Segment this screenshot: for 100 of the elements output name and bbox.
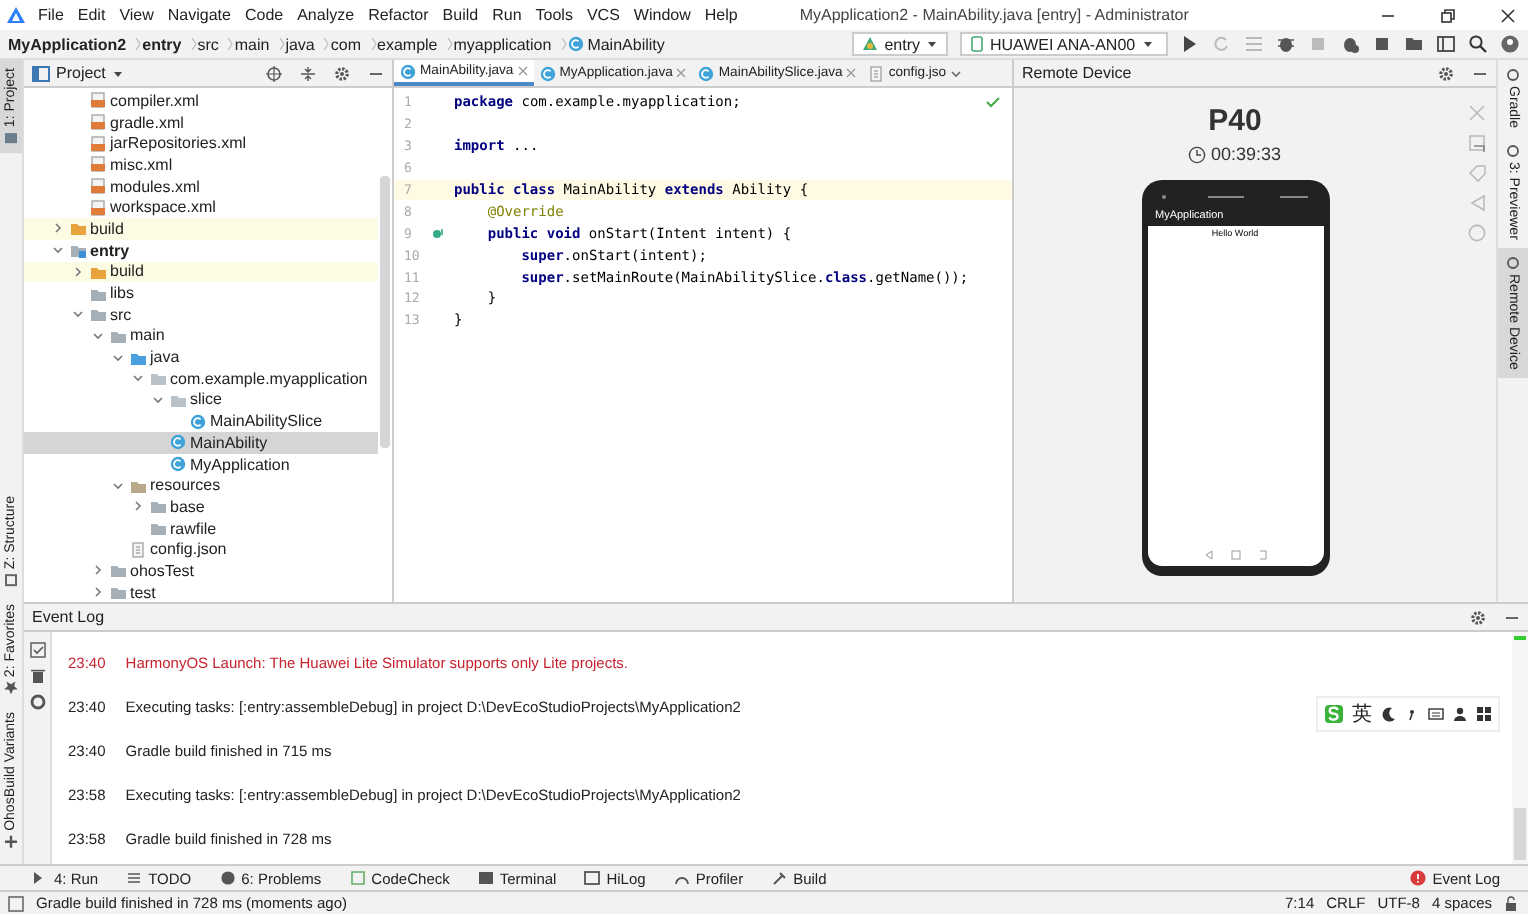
- tree-item[interactable]: slice: [24, 389, 378, 411]
- screenshot-icon[interactable]: [1467, 134, 1485, 152]
- menu-item[interactable]: View: [117, 6, 156, 24]
- settings-icon[interactable]: [29, 694, 45, 710]
- tree-item[interactable]: resources: [24, 474, 378, 497]
- device-dropdown[interactable]: HUAWEI ANA-AN00: [960, 32, 1168, 56]
- grid-icon[interactable]: [1476, 706, 1492, 722]
- breadcrumb-item[interactable]: java: [285, 35, 315, 53]
- menu-item[interactable]: Code: [242, 6, 286, 24]
- scrollbar[interactable]: [1514, 808, 1526, 860]
- breadcrumb-separator-icon: [369, 36, 378, 52]
- menu-item[interactable]: Run: [490, 6, 524, 24]
- folder-icon: [70, 220, 86, 237]
- xml-file-icon: [90, 92, 106, 109]
- breadcrumb-item[interactable]: entry: [142, 35, 182, 53]
- breadcrumb-item[interactable]: myapplication: [453, 35, 552, 53]
- tree-item[interactable]: workspace.xml: [24, 196, 378, 219]
- breadcrumb-separator-icon: [322, 36, 331, 52]
- tree-item[interactable]: src: [24, 303, 378, 326]
- tree-item[interactable]: entry: [24, 239, 378, 261]
- breadcrumb-separator-icon: [559, 36, 568, 52]
- tree-item[interactable]: MainAbility: [24, 432, 378, 454]
- tree-item[interactable]: MyApplication: [24, 453, 378, 475]
- collapse-icon[interactable]: [300, 65, 316, 81]
- mark-read-icon[interactable]: [29, 642, 45, 658]
- xml-file-icon: [90, 114, 106, 131]
- menu-item[interactable]: File: [36, 6, 66, 24]
- xml-file-icon: [90, 156, 106, 173]
- tree-item[interactable]: gradle.xml: [24, 111, 378, 133]
- json-file-icon: [130, 541, 146, 558]
- tree-item[interactable]: MainAbilitySlice: [24, 410, 378, 432]
- tree-item[interactable]: rawfile: [24, 517, 378, 539]
- menu-item[interactable]: Build: [440, 6, 481, 24]
- breadcrumb-item[interactable]: main: [234, 35, 270, 53]
- close-icon[interactable]: [1500, 7, 1516, 23]
- tree-item[interactable]: build: [24, 218, 378, 240]
- timer-icon: [1188, 145, 1207, 163]
- breadcrumb-separator-icon: [445, 36, 454, 52]
- tree-item[interactable]: main: [24, 325, 378, 347]
- breadcrumb-separator-icon: [226, 36, 235, 52]
- tree-item[interactable]: test: [24, 581, 378, 602]
- menu-item[interactable]: Analyze: [295, 6, 357, 24]
- tree-item[interactable]: build: [24, 261, 378, 283]
- folder-icon[interactable]: [1404, 34, 1424, 54]
- menu-item[interactable]: Tools: [533, 6, 575, 24]
- user-icon[interactable]: [1452, 706, 1468, 722]
- problems-icon: [219, 870, 236, 886]
- breadcrumb-item[interactable]: MainAbility: [567, 35, 665, 53]
- search-icon[interactable]: [1468, 34, 1488, 54]
- tool-window-icon: [4, 681, 18, 696]
- lock-icon[interactable]: [1504, 895, 1520, 911]
- menu-item[interactable]: Refactor: [366, 6, 431, 24]
- module-dropdown[interactable]: entry: [852, 32, 948, 56]
- tree-item[interactable]: base: [24, 496, 378, 518]
- menu-item[interactable]: Window: [631, 6, 693, 24]
- tree-item[interactable]: modules.xml: [24, 175, 378, 197]
- ime-logo-icon: [1324, 704, 1344, 724]
- scrollbar[interactable]: [380, 176, 390, 448]
- tree-item[interactable]: jarRepositories.xml: [24, 132, 378, 155]
- tree-item[interactable]: config.json: [24, 538, 378, 561]
- breadcrumb-item[interactable]: example: [377, 35, 438, 53]
- tree-item[interactable]: libs: [24, 282, 378, 304]
- trash-icon[interactable]: [29, 668, 45, 684]
- project-view-dropdown[interactable]: Project: [32, 64, 124, 82]
- caret-icon[interactable]: [950, 67, 963, 79]
- phone-icon: [970, 36, 984, 52]
- tree-item[interactable]: misc.xml: [24, 154, 378, 176]
- account-icon[interactable]: [1500, 34, 1520, 54]
- breadcrumb-item[interactable]: com: [330, 35, 362, 53]
- tree-item[interactable]: ohosTest: [24, 560, 378, 582]
- input-mode-toggle[interactable]: 英: [1352, 700, 1372, 728]
- breadcrumb-item[interactable]: MyApplication2: [8, 35, 127, 53]
- settings-icon[interactable]: [1438, 65, 1454, 81]
- todo-icon: [126, 870, 143, 886]
- restore-icon[interactable]: [1440, 7, 1456, 23]
- menu-item[interactable]: Edit: [75, 6, 108, 24]
- moon-icon[interactable]: [1380, 706, 1396, 722]
- breadcrumb-item[interactable]: src: [197, 35, 219, 53]
- stop-icon[interactable]: [1372, 34, 1392, 54]
- menu-item[interactable]: VCS: [584, 6, 622, 24]
- settings-icon[interactable]: [1470, 609, 1486, 625]
- build-icon: [771, 870, 788, 886]
- panel-icon: [32, 65, 50, 81]
- run-icon[interactable]: [1180, 34, 1200, 54]
- tree-item[interactable]: compiler.xml: [24, 90, 378, 112]
- toggle-panels-icon[interactable]: [8, 895, 24, 911]
- tool-window-icon: [1506, 68, 1520, 82]
- keyboard-icon[interactable]: [1428, 706, 1444, 722]
- locate-icon[interactable]: [266, 65, 282, 81]
- punctuation-icon[interactable]: [1404, 706, 1420, 722]
- error-stripe-mark: [1514, 636, 1526, 640]
- menu-item[interactable]: Help: [702, 6, 740, 24]
- settings-icon[interactable]: [334, 65, 350, 81]
- class-icon: [170, 434, 186, 451]
- tool-window-icon: [4, 574, 18, 589]
- session-timer: 00:39:33: [1188, 144, 1282, 164]
- tree-item[interactable]: java: [24, 346, 378, 368]
- window-icon[interactable]: [1436, 34, 1456, 54]
- menu-item[interactable]: Navigate: [165, 6, 233, 24]
- tree-item[interactable]: com.example.myapplication: [24, 367, 378, 390]
